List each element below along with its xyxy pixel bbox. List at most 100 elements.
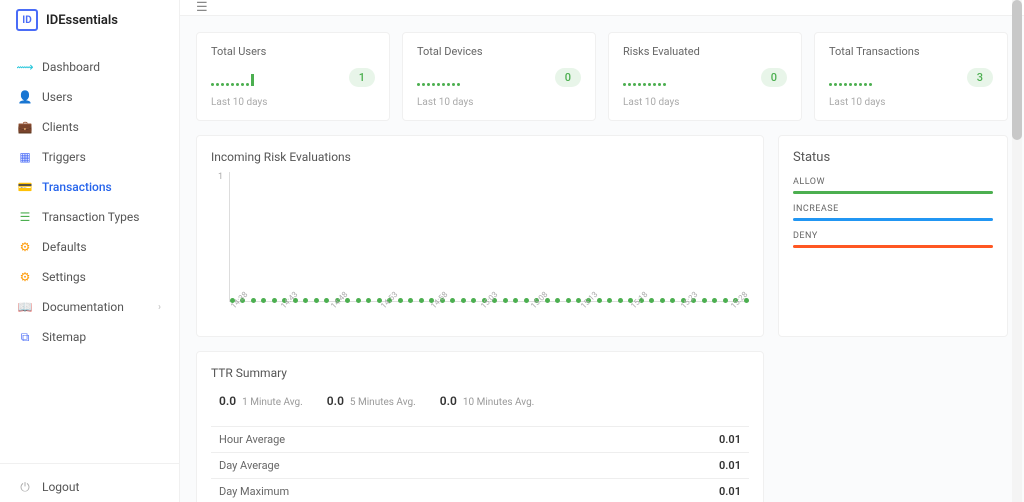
nav-label: Transactions bbox=[42, 180, 112, 194]
nav-label: Settings bbox=[42, 270, 86, 284]
sidebar-item-documentation[interactable]: 📖 Documentation › bbox=[0, 292, 179, 322]
ttr-row: Day Maximum 0.01 bbox=[211, 479, 749, 502]
ttr-row-value: 0.01 bbox=[719, 485, 741, 498]
nav-divider bbox=[0, 463, 179, 464]
status-bar bbox=[793, 218, 993, 221]
stat-title: Total Devices bbox=[417, 45, 581, 58]
stat-footer: Last 10 days bbox=[417, 97, 581, 108]
user-icon: 👤 bbox=[18, 90, 32, 104]
chart-point bbox=[356, 298, 361, 303]
stat-card-total-users: Total Users1Last 10 days bbox=[196, 32, 390, 121]
chart-point bbox=[618, 298, 623, 303]
logo-mark-icon: ID bbox=[16, 9, 38, 31]
stat-card-total-transactions: Total Transactions3Last 10 days bbox=[814, 32, 1008, 121]
stat-card-total-devices: Total Devices0Last 10 days bbox=[402, 32, 596, 121]
chart-point bbox=[723, 298, 728, 303]
ttr-row: Hour Average0.01 bbox=[211, 427, 749, 453]
ttr-avg-value: 0.0 bbox=[219, 394, 236, 408]
sidebar-item-users[interactable]: 👤 Users bbox=[0, 82, 179, 112]
ttr-row-label: Day Average bbox=[219, 459, 280, 472]
brand-name: IDEssentials bbox=[46, 13, 118, 28]
ttr-avg-value: 0.0 bbox=[440, 394, 457, 408]
brand-logo[interactable]: ID IDEssentials bbox=[0, 0, 179, 40]
sidebar-item-clients[interactable]: 💼Clients bbox=[0, 112, 179, 142]
sidebar-item-defaults[interactable]: ⚙ Defaults bbox=[0, 232, 179, 262]
sparkline-icon bbox=[829, 70, 872, 86]
ttr-row-value: 0.01 bbox=[719, 459, 741, 472]
stat-card-risks-evaluated: Risks Evaluated0Last 10 days bbox=[608, 32, 802, 121]
sidebar-item-triggers[interactable]: ▦Triggers bbox=[0, 142, 179, 172]
chart-point bbox=[660, 298, 665, 303]
status-card: Status ALLOWINCREASEDENY bbox=[778, 135, 1008, 337]
ttr-row: Day Average 0.01 bbox=[211, 453, 749, 479]
logout-label: Logout bbox=[42, 480, 79, 494]
chart-point bbox=[419, 298, 424, 303]
sparkline-icon bbox=[623, 70, 666, 86]
chart-point bbox=[408, 298, 413, 303]
y-tick: 1 bbox=[218, 172, 223, 182]
nav-label: Dashboard bbox=[42, 60, 100, 74]
gear-icon: ⚙ bbox=[18, 270, 32, 284]
ttr-avg-label: 1 Minute Avg. bbox=[242, 397, 303, 408]
status-label: ALLOW bbox=[793, 177, 993, 187]
status-item-increase: INCREASE bbox=[793, 204, 993, 221]
chart-point bbox=[670, 298, 675, 303]
chart-point bbox=[503, 298, 508, 303]
book-icon: 📖 bbox=[18, 300, 32, 314]
status-label: INCREASE bbox=[793, 204, 993, 214]
sliders-icon: ⚙ bbox=[18, 240, 32, 254]
ttr-avg-label: 5 Minutes Avg. bbox=[350, 397, 416, 408]
stat-title: Total Users bbox=[211, 45, 375, 58]
chart-point bbox=[398, 298, 403, 303]
nav-label: Users bbox=[42, 90, 73, 104]
page-scrollbar[interactable] bbox=[1012, 0, 1022, 502]
sidebar: ID IDEssentials ⟿ Dashboard 👤 Users 💼Clients… bbox=[0, 0, 180, 502]
main-nav: ⟿ Dashboard 👤 Users 💼Clients▦Triggers💳Transa… bbox=[0, 40, 179, 455]
chart-area: 1 14:3814:4314:4814:5314:5815:0315:0815:… bbox=[211, 172, 749, 322]
stat-title: Risks Evaluated bbox=[623, 45, 787, 58]
stat-title: Total Transactions bbox=[829, 45, 993, 58]
sidebar-item-sitemap[interactable]: ⧉Sitemap bbox=[0, 322, 179, 352]
chart-plot bbox=[229, 172, 749, 302]
stat-footer: Last 10 days bbox=[211, 97, 375, 108]
ttr-avg-value: 0.0 bbox=[327, 394, 344, 408]
sparkline-icon bbox=[211, 70, 254, 86]
sidebar-item-logout[interactable]: ⏻ Logout bbox=[0, 472, 179, 502]
ttr-row-value: 0.01 bbox=[719, 433, 741, 446]
chart-point bbox=[272, 298, 277, 303]
power-icon: ⏻ bbox=[18, 480, 32, 494]
nav-label: Triggers bbox=[42, 150, 86, 164]
nav-label: Documentation bbox=[42, 300, 124, 314]
topbar: ☰ bbox=[180, 0, 1024, 16]
activity-icon: ⟿ bbox=[18, 60, 32, 74]
sidebar-item-transaction-types[interactable]: ☰Transaction Types bbox=[0, 202, 179, 232]
sidebar-item-settings[interactable]: ⚙ Settings bbox=[0, 262, 179, 292]
status-item-allow: ALLOW bbox=[793, 177, 993, 194]
nav-label: Clients bbox=[42, 120, 79, 134]
sidebar-item-transactions[interactable]: 💳Transactions bbox=[0, 172, 179, 202]
chart-point bbox=[555, 298, 560, 303]
chart-card-risk-evals: Incoming Risk Evaluations 1 14:3814:4314… bbox=[196, 135, 764, 337]
sitemap-icon: ⧉ bbox=[18, 330, 32, 344]
nav-label: Defaults bbox=[42, 240, 87, 254]
status-bar bbox=[793, 245, 993, 248]
chart-point bbox=[261, 298, 266, 303]
chart-point bbox=[566, 298, 571, 303]
stat-badge: 0 bbox=[761, 68, 787, 87]
chevron-right-icon: › bbox=[158, 302, 161, 313]
ttr-row-label: Day Maximum bbox=[219, 485, 289, 498]
y-axis: 1 bbox=[211, 172, 225, 302]
chart-point bbox=[513, 298, 518, 303]
chart-point bbox=[450, 298, 455, 303]
chart-point bbox=[524, 298, 529, 303]
ttr-avgs: 0.0 1 Minute Avg. 0.0 5 Minutes Avg. 0.0 10 M… bbox=[211, 394, 749, 408]
layers-icon: ☰ bbox=[18, 210, 32, 224]
ttr-avg-label: 10 Minutes Avg. bbox=[463, 397, 534, 408]
sidebar-item-dashboard[interactable]: ⟿ Dashboard bbox=[0, 52, 179, 82]
hamburger-icon[interactable]: ☰ bbox=[196, 0, 208, 15]
scrollbar-thumb[interactable] bbox=[1012, 0, 1022, 140]
chart-point bbox=[712, 298, 717, 303]
sparkline-icon bbox=[417, 70, 460, 86]
chart-point bbox=[471, 298, 476, 303]
chart-point bbox=[607, 298, 612, 303]
